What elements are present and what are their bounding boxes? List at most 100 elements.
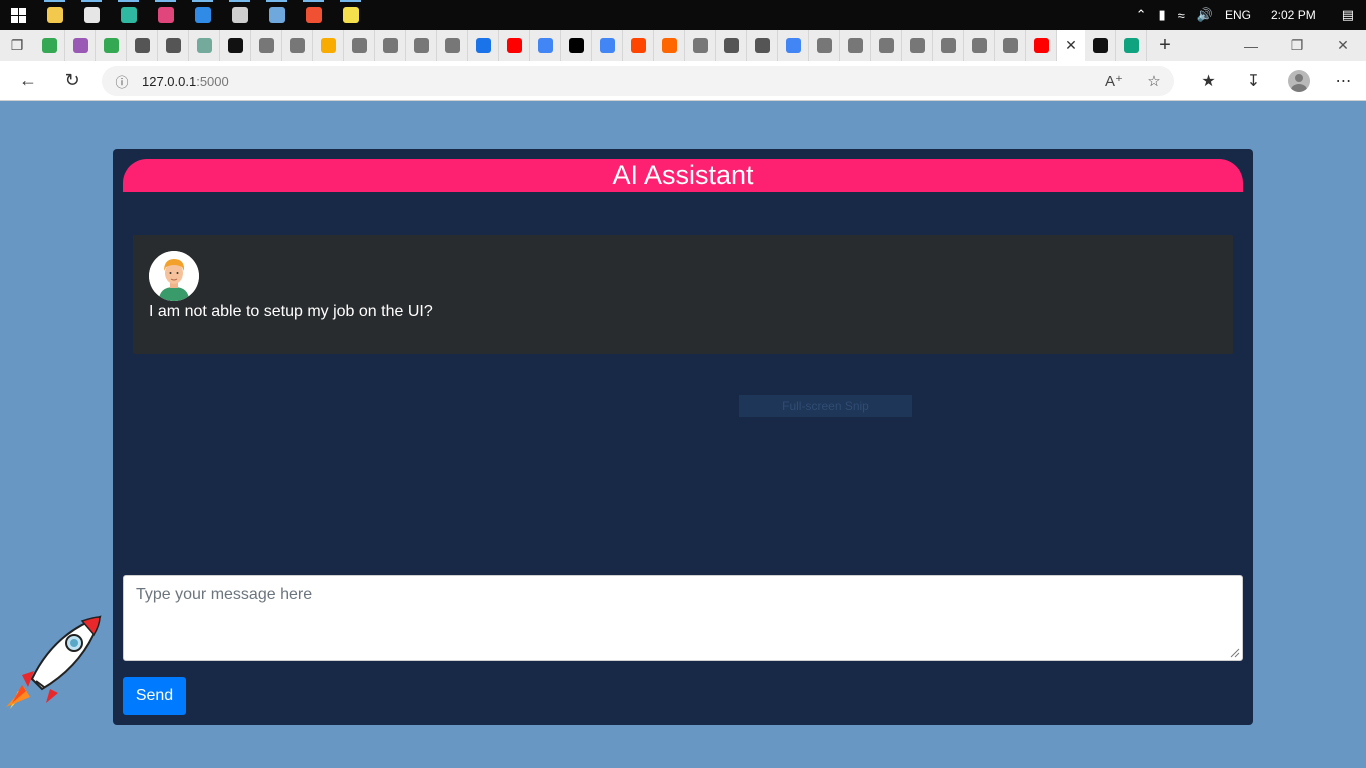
browser-tab[interactable] bbox=[1026, 30, 1057, 61]
start-button[interactable] bbox=[0, 0, 36, 30]
vscode-icon bbox=[194, 7, 211, 23]
browser-tab[interactable] bbox=[468, 30, 499, 61]
browser-tab[interactable] bbox=[344, 30, 375, 61]
browser-tab[interactable] bbox=[592, 30, 623, 61]
active-tab-close-icon[interactable]: ✕ bbox=[1057, 30, 1085, 61]
browser-tab[interactable] bbox=[220, 30, 251, 61]
system-tray: ⌃ ▮ ≈ 🔊 ENG 2:02 PM ▤ bbox=[1130, 0, 1366, 30]
browser-tab[interactable] bbox=[34, 30, 65, 61]
cmd-icon bbox=[231, 7, 248, 23]
language-indicator[interactable]: ENG bbox=[1219, 8, 1257, 22]
browser-tab[interactable] bbox=[1085, 30, 1116, 61]
sparkle-icon bbox=[165, 38, 181, 53]
chevron-up-icon[interactable]: ⌃ bbox=[1130, 7, 1153, 23]
browser-tab[interactable] bbox=[158, 30, 189, 61]
textarea-resize-handle[interactable] bbox=[1230, 648, 1240, 658]
browser-tab[interactable] bbox=[685, 30, 716, 61]
taskbar-app-cmd[interactable] bbox=[221, 0, 258, 30]
browser-tab[interactable] bbox=[313, 30, 344, 61]
user-message-text: I am not able to setup my job on the UI? bbox=[149, 303, 433, 320]
browser-tab[interactable] bbox=[747, 30, 778, 61]
info-icon[interactable]: ⓘ bbox=[102, 72, 142, 91]
browser-tab[interactable] bbox=[127, 30, 158, 61]
medium-icon bbox=[754, 38, 770, 53]
taskbar-app-vscode[interactable] bbox=[184, 0, 221, 30]
profile-avatar-icon bbox=[1287, 70, 1310, 92]
browser-tab[interactable] bbox=[995, 30, 1026, 61]
sticky-notes-icon bbox=[342, 7, 359, 23]
new-tab-button[interactable]: + bbox=[1147, 30, 1183, 61]
minimize-icon[interactable]: — bbox=[1228, 30, 1274, 61]
rocket-icon bbox=[6, 615, 102, 709]
taskbar-app-slack[interactable] bbox=[147, 0, 184, 30]
volume-icon[interactable]: 🔊 bbox=[1191, 7, 1219, 23]
sparkle-icon bbox=[134, 38, 150, 53]
downloads-icon[interactable]: ↧ bbox=[1231, 61, 1276, 101]
medium-icon bbox=[723, 38, 739, 53]
back-arrow-icon[interactable]: ← bbox=[6, 61, 50, 101]
screen-icon bbox=[692, 38, 708, 53]
taskbar-app-file-explorer[interactable] bbox=[36, 0, 73, 30]
browser-tab[interactable] bbox=[530, 30, 561, 61]
browser-tab[interactable] bbox=[65, 30, 96, 61]
browser-tab[interactable] bbox=[189, 30, 220, 61]
taskbar-app-notepad[interactable] bbox=[258, 0, 295, 30]
browser-tab[interactable] bbox=[561, 30, 592, 61]
browser-tab[interactable] bbox=[840, 30, 871, 61]
battery-icon[interactable]: ▮ bbox=[1153, 7, 1172, 23]
notification-icon[interactable]: ▤ bbox=[1330, 7, 1366, 23]
browser-tab[interactable] bbox=[437, 30, 468, 61]
browser-tab[interactable] bbox=[809, 30, 840, 61]
github-icon bbox=[227, 38, 243, 53]
google-icon bbox=[785, 38, 801, 53]
taskbar-app-sticky-notes[interactable] bbox=[332, 0, 369, 30]
restore-icon[interactable]: ❐ bbox=[1274, 30, 1320, 61]
docs-icon bbox=[475, 38, 491, 53]
browser-tab[interactable] bbox=[282, 30, 313, 61]
github-icon bbox=[413, 38, 429, 53]
browser-tab[interactable] bbox=[251, 30, 282, 61]
windows-logo-icon bbox=[10, 7, 26, 23]
wifi-icon[interactable]: ≈ bbox=[1172, 8, 1191, 23]
wikipedia-icon bbox=[444, 38, 460, 53]
browser-tab[interactable] bbox=[933, 30, 964, 61]
address-bar[interactable]: ⓘ 127.0.0.1:5000 A⁺ ☆ bbox=[102, 66, 1174, 96]
workspaces-icon[interactable]: ❐ bbox=[0, 30, 34, 61]
taskbar-app-paint[interactable] bbox=[73, 0, 110, 30]
browser-tab[interactable] bbox=[964, 30, 995, 61]
notepad-icon bbox=[268, 7, 285, 23]
browser-tab[interactable] bbox=[375, 30, 406, 61]
chat-panel: AI Assistant I am not able to setup my j… bbox=[113, 149, 1253, 725]
file-explorer-icon bbox=[46, 7, 63, 23]
close-window-icon[interactable]: ✕ bbox=[1320, 30, 1366, 61]
read-aloud-icon[interactable]: A⁺ bbox=[1094, 72, 1134, 90]
github-icon bbox=[1092, 38, 1108, 53]
refresh-icon[interactable]: ↻ bbox=[50, 61, 94, 101]
favorite-star-icon[interactable]: ☆ bbox=[1134, 72, 1174, 90]
browser-tab[interactable] bbox=[654, 30, 685, 61]
browser-tab[interactable] bbox=[623, 30, 654, 61]
taskbar-app-git[interactable] bbox=[295, 0, 332, 30]
youtube-icon bbox=[506, 38, 522, 53]
clock[interactable]: 2:02 PM bbox=[1257, 8, 1330, 22]
more-options-icon[interactable]: ⋯ bbox=[1321, 61, 1366, 101]
taskbar-app-edge[interactable] bbox=[110, 0, 147, 30]
browser-tab[interactable] bbox=[96, 30, 127, 61]
chat-header: AI Assistant bbox=[123, 159, 1243, 192]
browser-tab[interactable] bbox=[778, 30, 809, 61]
browser-tab[interactable] bbox=[716, 30, 747, 61]
browser-tab[interactable] bbox=[902, 30, 933, 61]
browser-tab[interactable] bbox=[871, 30, 902, 61]
url-text[interactable]: 127.0.0.1:5000 bbox=[142, 74, 229, 89]
browser-tab[interactable] bbox=[1116, 30, 1147, 61]
ycombinator-icon bbox=[661, 38, 677, 53]
message-input[interactable] bbox=[123, 575, 1243, 661]
browser-tab[interactable] bbox=[499, 30, 530, 61]
favorites-icon[interactable]: ★ bbox=[1186, 61, 1231, 101]
browser-toolbar: ← ↻ ⓘ 127.0.0.1:5000 A⁺ ☆ ★ ↧ ⋯ bbox=[0, 61, 1366, 101]
browser-tab[interactable] bbox=[406, 30, 437, 61]
github-icon bbox=[258, 38, 274, 53]
profile-button[interactable] bbox=[1276, 61, 1321, 101]
send-button[interactable]: Send bbox=[123, 677, 186, 715]
chatgpt-icon bbox=[196, 38, 212, 53]
